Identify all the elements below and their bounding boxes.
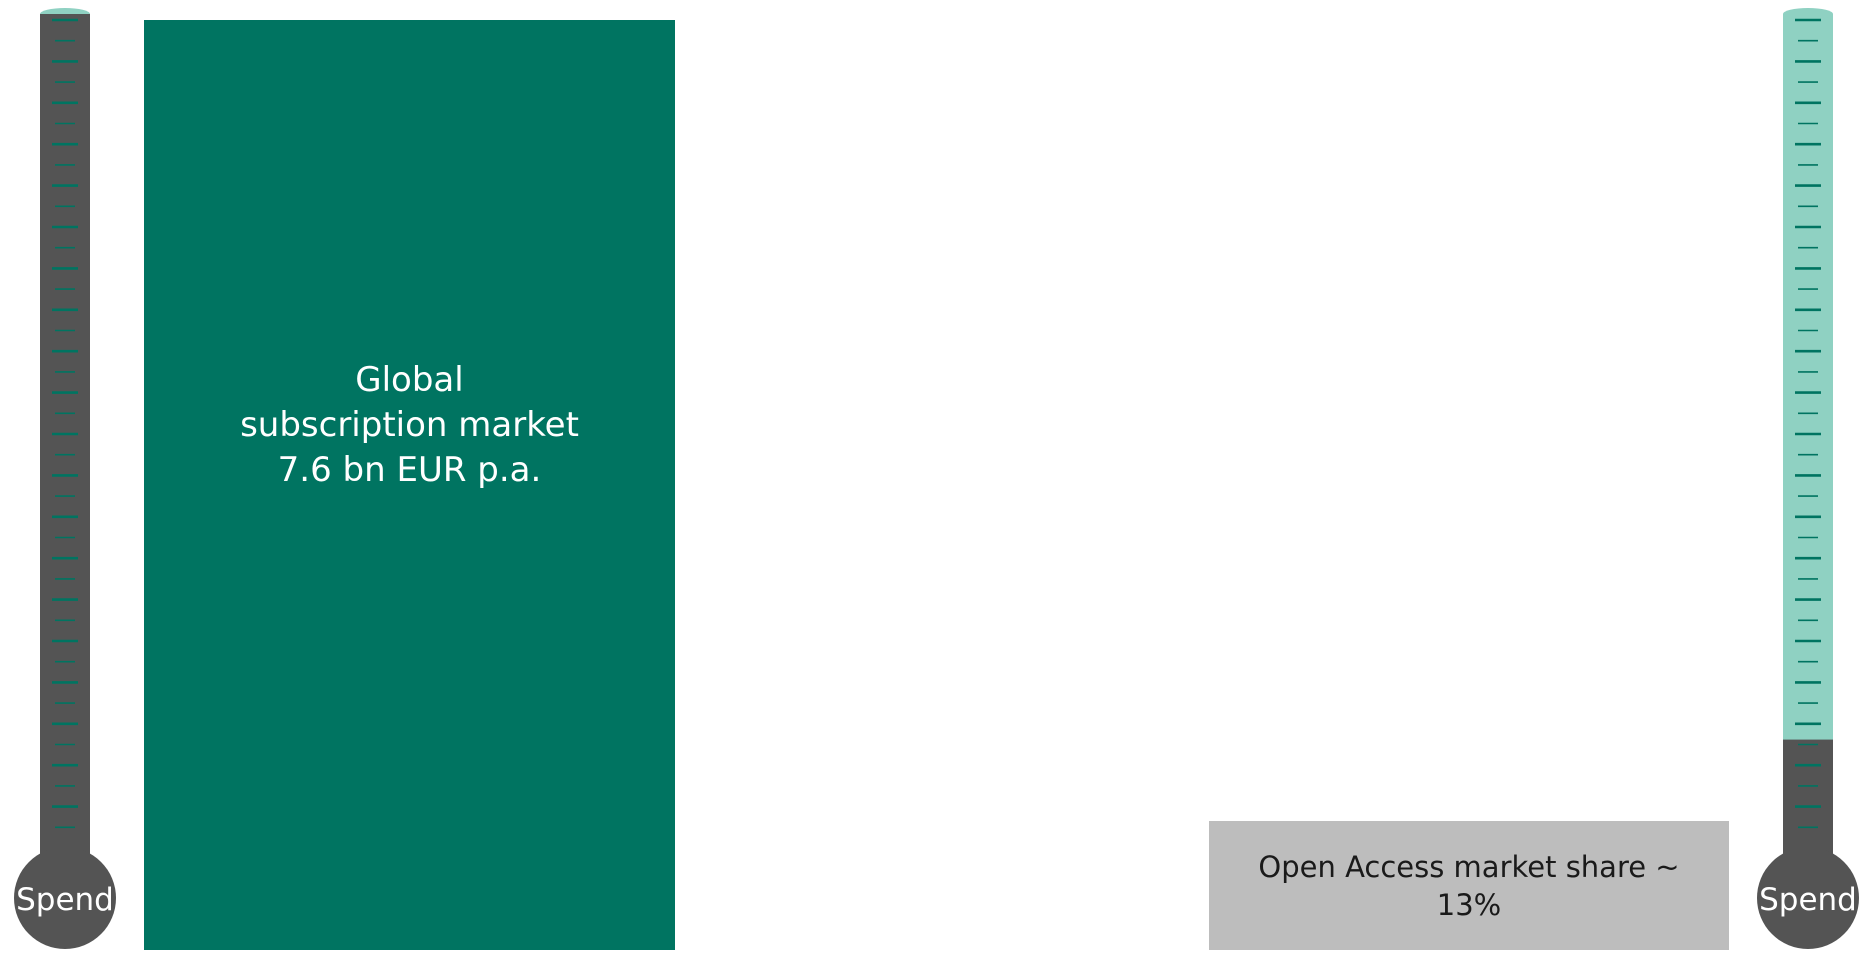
subscription-market-block: Global subscription market 7.6 bn EUR p.… [144,20,675,950]
left-thermometer-graphic [14,8,116,949]
open-access-share-block: Open Access market share ~ 13% [1209,821,1729,950]
right-thermometer: Spend [1748,0,1865,953]
subscription-line-2: subscription market [240,404,579,445]
left-thermometer-label: Spend [16,882,114,918]
right-thermometer-graphic [1757,8,1859,949]
right-thermometer-tube-cap [1783,8,1833,20]
right-thermometer-fill [1783,739,1833,858]
open-access-share-text: Open Access market share ~ 13% [1258,849,1680,922]
left-thermometer: Spend [5,0,125,953]
left-thermometer-fill [40,14,90,858]
subscription-line-1: Global [355,359,464,400]
right-thermometer-label: Spend [1759,882,1857,918]
subscription-line-3: 7.6 bn EUR p.a. [277,449,542,490]
subscription-market-text: Global subscription market 7.6 bn EUR p.… [240,358,579,493]
